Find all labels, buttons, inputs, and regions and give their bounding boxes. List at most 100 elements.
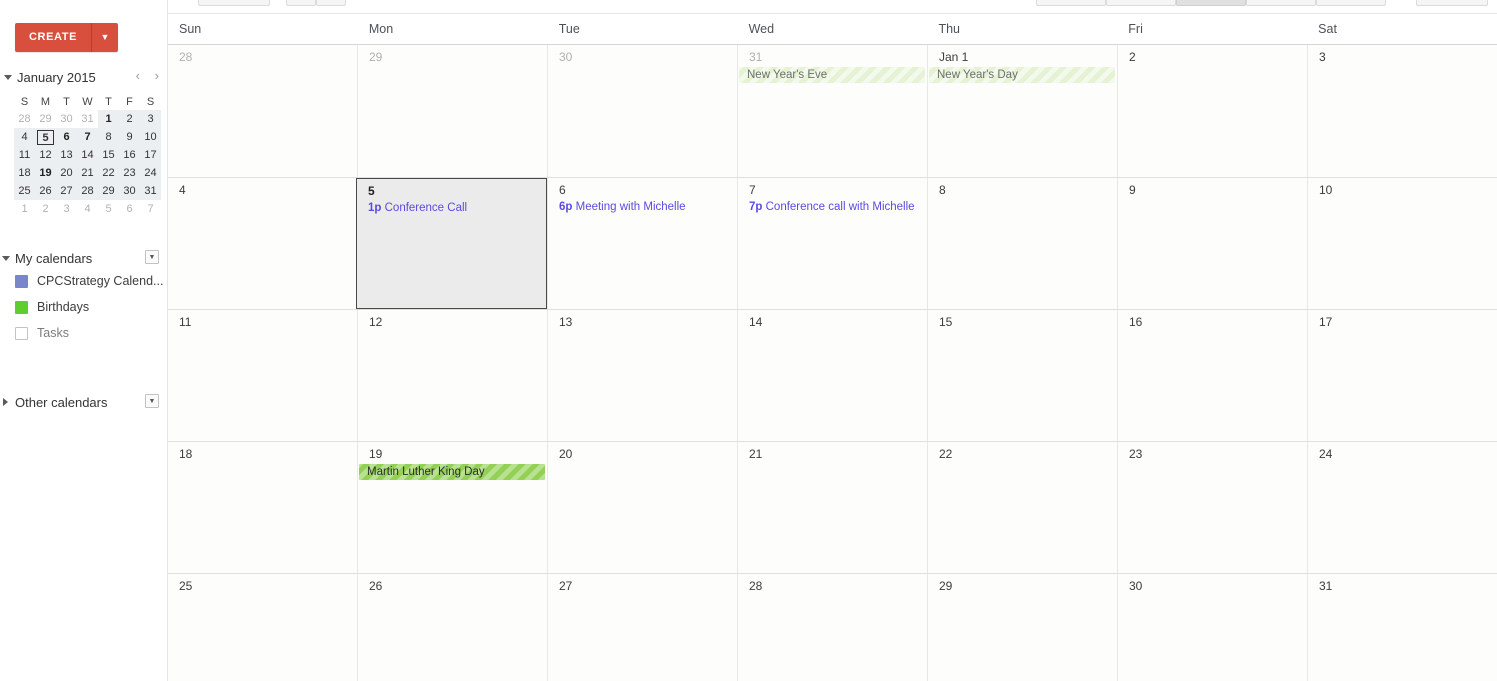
mini-calendar-day-26[interactable]: 26 — [35, 182, 56, 200]
day-cell-16[interactable]: 16 — [1117, 310, 1307, 441]
day-number[interactable]: 24 — [1308, 442, 1497, 461]
day-number[interactable]: 7 — [738, 178, 927, 197]
mini-calendar-day-5[interactable]: 5 — [98, 200, 119, 218]
day-number[interactable]: 30 — [1118, 574, 1307, 593]
day-number[interactable]: 30 — [548, 45, 737, 64]
view-month-stub[interactable] — [1176, 0, 1246, 6]
mini-calendar-day-21[interactable]: 21 — [77, 164, 98, 182]
mini-calendar-day-25[interactable]: 25 — [14, 182, 35, 200]
day-number[interactable]: 15 — [928, 310, 1117, 329]
calendar-list-item[interactable]: CPCStrategy Calend... — [0, 268, 168, 294]
mini-calendar-day-30[interactable]: 30 — [119, 182, 140, 200]
day-cell-15[interactable]: 15 — [927, 310, 1117, 441]
day-number[interactable]: 25 — [168, 574, 357, 593]
prev-button-stub[interactable] — [286, 0, 316, 6]
day-cell-19[interactable]: 19 Martin Luther King Day — [357, 442, 547, 573]
create-button[interactable]: CREATE — [15, 23, 93, 52]
day-number[interactable]: 10 — [1308, 178, 1497, 197]
day-number[interactable]: 4 — [168, 178, 357, 197]
day-cell-11[interactable]: 11 — [168, 310, 357, 441]
day-number[interactable]: 13 — [548, 310, 737, 329]
calendar-list-item[interactable]: Tasks — [0, 320, 168, 346]
day-cell-4[interactable]: 4 — [168, 178, 357, 309]
timed-event[interactable]: 6p Meeting with Michelle — [548, 200, 737, 215]
mini-calendar-day-27[interactable]: 27 — [56, 182, 77, 200]
day-cell-2[interactable]: 2 — [1117, 45, 1307, 177]
day-number[interactable]: 29 — [358, 45, 547, 64]
day-number[interactable]: 31 — [738, 45, 927, 64]
my-calendars-menu-caret-down-icon[interactable]: ▼ — [145, 250, 159, 264]
day-number[interactable]: 8 — [928, 178, 1117, 197]
mini-calendar-day-19[interactable]: 19 — [35, 164, 56, 182]
day-cell-18[interactable]: 18 — [168, 442, 357, 573]
day-cell-31[interactable]: 31 New Year's Eve — [737, 45, 927, 177]
day-number[interactable]: 19 — [358, 442, 547, 461]
day-number[interactable]: 28 — [168, 45, 357, 64]
view-day-stub[interactable] — [1036, 0, 1106, 6]
day-cell-31[interactable]: 31 — [1307, 574, 1497, 681]
mini-calendar-day-15[interactable]: 15 — [98, 146, 119, 164]
mini-calendar-day-30[interactable]: 30 — [56, 110, 77, 128]
day-cell-29[interactable]: 29 — [357, 45, 547, 177]
day-number[interactable]: 31 — [1308, 574, 1497, 593]
day-cell-28[interactable]: 28 — [168, 45, 357, 177]
day-cell-10[interactable]: 10 — [1307, 178, 1497, 309]
day-cell-30[interactable]: 30 — [547, 45, 737, 177]
mini-calendar-day-2[interactable]: 2 — [119, 110, 140, 128]
mini-calendar-day-4[interactable]: 4 — [14, 128, 35, 146]
day-number[interactable]: 29 — [928, 574, 1117, 593]
day-cell-13[interactable]: 13 — [547, 310, 737, 441]
day-number[interactable]: 21 — [738, 442, 927, 461]
mini-calendar-caret-down-icon[interactable] — [4, 74, 12, 80]
view-agenda-stub[interactable] — [1316, 0, 1386, 6]
mini-calendar-day-20[interactable]: 20 — [56, 164, 77, 182]
day-number[interactable]: 12 — [358, 310, 547, 329]
mini-calendar-day-4[interactable]: 4 — [77, 200, 98, 218]
all-day-event[interactable]: New Year's Day — [929, 67, 1115, 83]
day-cell-5[interactable]: 5 1p Conference Call — [356, 178, 547, 309]
other-calendars-menu-caret-down-icon[interactable]: ▼ — [145, 394, 159, 408]
all-day-event[interactable]: New Year's Eve — [739, 67, 925, 83]
mini-calendar-day-18[interactable]: 18 — [14, 164, 35, 182]
day-number[interactable]: 14 — [738, 310, 927, 329]
timed-event[interactable]: 7p Conference call with Michelle — [738, 200, 927, 215]
day-cell-12[interactable]: 12 — [357, 310, 547, 441]
day-cell-30[interactable]: 30 — [1117, 574, 1307, 681]
day-cell-14[interactable]: 14 — [737, 310, 927, 441]
day-number[interactable]: 9 — [1118, 178, 1307, 197]
day-cell-21[interactable]: 21 — [737, 442, 927, 573]
day-number[interactable]: 6 — [548, 178, 737, 197]
day-cell-jan-1[interactable]: Jan 1 New Year's Day — [927, 45, 1117, 177]
all-day-event[interactable]: Martin Luther King Day — [359, 464, 545, 480]
day-number[interactable]: 2 — [1118, 45, 1307, 64]
mini-calendar-day-12[interactable]: 12 — [35, 146, 56, 164]
view-week-stub[interactable] — [1106, 0, 1176, 6]
mini-calendar-day-9[interactable]: 9 — [119, 128, 140, 146]
day-number[interactable]: 20 — [548, 442, 737, 461]
mini-calendar-day-29[interactable]: 29 — [98, 182, 119, 200]
mini-calendar-day-23[interactable]: 23 — [119, 164, 140, 182]
mini-calendar-day-6[interactable]: 6 — [56, 128, 77, 146]
mini-calendar-day-13[interactable]: 13 — [56, 146, 77, 164]
day-cell-9[interactable]: 9 — [1117, 178, 1307, 309]
print-button-stub[interactable] — [1416, 0, 1488, 6]
mini-calendar-day-1[interactable]: 1 — [14, 200, 35, 218]
day-number[interactable]: 22 — [928, 442, 1117, 461]
create-button-group[interactable]: CREATE ▼ — [15, 23, 119, 52]
next-button-stub[interactable] — [316, 0, 346, 6]
mini-calendar-day-14[interactable]: 14 — [77, 146, 98, 164]
mini-calendar-day-17[interactable]: 17 — [140, 146, 161, 164]
day-number[interactable]: Jan 1 — [928, 45, 1117, 64]
mini-calendar-day-28[interactable]: 28 — [77, 182, 98, 200]
calendar-list-item[interactable]: Birthdays — [0, 294, 168, 320]
day-number[interactable]: 16 — [1118, 310, 1307, 329]
mini-calendar-day-16[interactable]: 16 — [119, 146, 140, 164]
day-cell-22[interactable]: 22 — [927, 442, 1117, 573]
mini-calendar-day-11[interactable]: 11 — [14, 146, 35, 164]
day-cell-24[interactable]: 24 — [1307, 442, 1497, 573]
mini-calendar-day-7[interactable]: 7 — [77, 128, 98, 146]
day-cell-6[interactable]: 6 6p Meeting with Michelle — [547, 178, 737, 309]
day-number[interactable]: 17 — [1308, 310, 1497, 329]
day-cell-7[interactable]: 7 7p Conference call with Michelle — [737, 178, 927, 309]
day-number[interactable]: 23 — [1118, 442, 1307, 461]
